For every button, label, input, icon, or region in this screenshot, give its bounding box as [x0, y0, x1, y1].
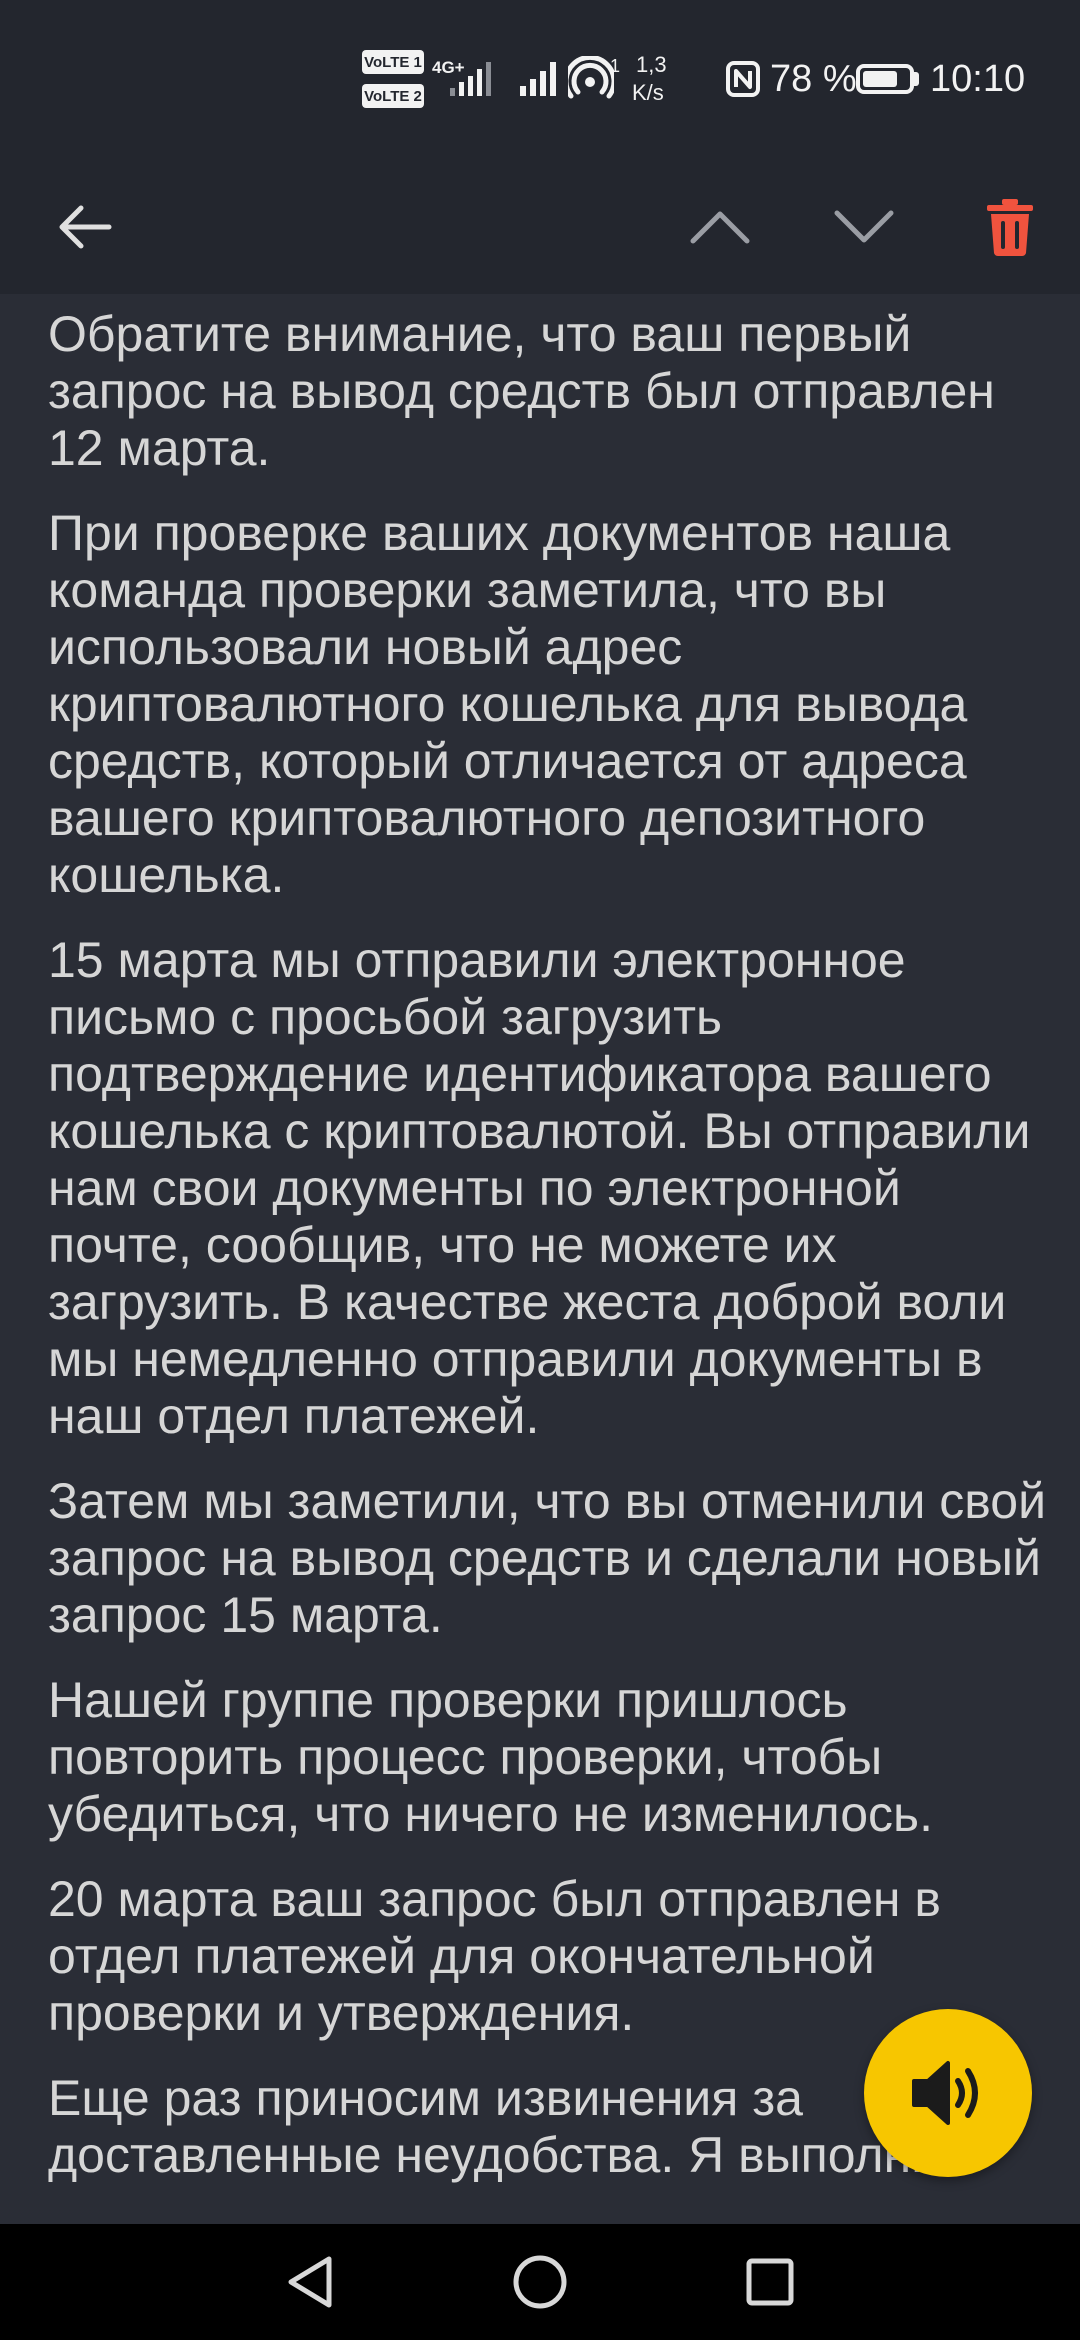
delete-button[interactable] [960, 160, 1060, 294]
back-button[interactable] [30, 160, 140, 294]
next-message-button[interactable] [814, 160, 914, 294]
network-speed-value: 1,3 [636, 52, 667, 77]
network-speed-unit: K/s [632, 80, 664, 105]
message-paragraph: 15 марта мы отправили электронное письмо… [48, 932, 1031, 1444]
hotspot-count: 1 [610, 56, 621, 76]
nfc-icon [726, 61, 760, 97]
signal-strength-1-icon [450, 62, 491, 96]
nav-recents-button[interactable] [700, 2224, 840, 2340]
trash-icon [987, 199, 1033, 256]
status-bar: VoLTE 1 VoLTE 2 4G+ 1 1,3 K/s 78 % 10:10 [0, 0, 1080, 160]
square-recents-icon [746, 2258, 794, 2306]
volte-1-badge: VoLTE 1 [362, 50, 424, 74]
battery-percentage: 78 % [770, 58, 857, 100]
message-paragraph: Обратите внимание, что ваш первый запрос… [48, 306, 995, 476]
volte-2-badge: VoLTE 2 [362, 84, 424, 108]
read-aloud-button[interactable] [864, 2009, 1032, 2177]
system-navigation-bar [0, 2224, 1080, 2340]
circle-home-icon [513, 2255, 567, 2309]
battery-tip [914, 72, 919, 86]
battery-fill [863, 71, 897, 87]
arrow-left-icon [59, 205, 112, 249]
message-paragraph: Затем мы заметили, что вы отменили свой … [48, 1473, 1047, 1643]
message-paragraph: Нашей группе проверки пришлось повторить… [48, 1672, 933, 1842]
message-paragraph: 20 марта ваш запрос был отправлен в отде… [48, 1871, 941, 2041]
signal-strength-2-icon [520, 62, 556, 96]
speaker-icon [912, 2061, 978, 2125]
message-toolbar [0, 160, 1080, 294]
nav-home-button[interactable] [470, 2224, 610, 2340]
message-paragraph: При проверке ваших документов наша коман… [48, 505, 968, 903]
battery-icon [856, 64, 914, 94]
previous-message-button[interactable] [670, 160, 770, 294]
message-text: Обратите внимание, что ваш первый запрос… [0, 294, 1080, 2184]
message-body[interactable]: Обратите внимание, что ваш первый запрос… [0, 294, 1080, 2224]
nav-back-button[interactable] [240, 2224, 380, 2340]
clock-time: 10:10 [930, 58, 1026, 100]
hotspot-icon [568, 56, 614, 99]
triangle-back-icon [288, 2256, 332, 2308]
chevron-up-icon [690, 211, 750, 244]
chevron-down-icon [834, 210, 894, 243]
